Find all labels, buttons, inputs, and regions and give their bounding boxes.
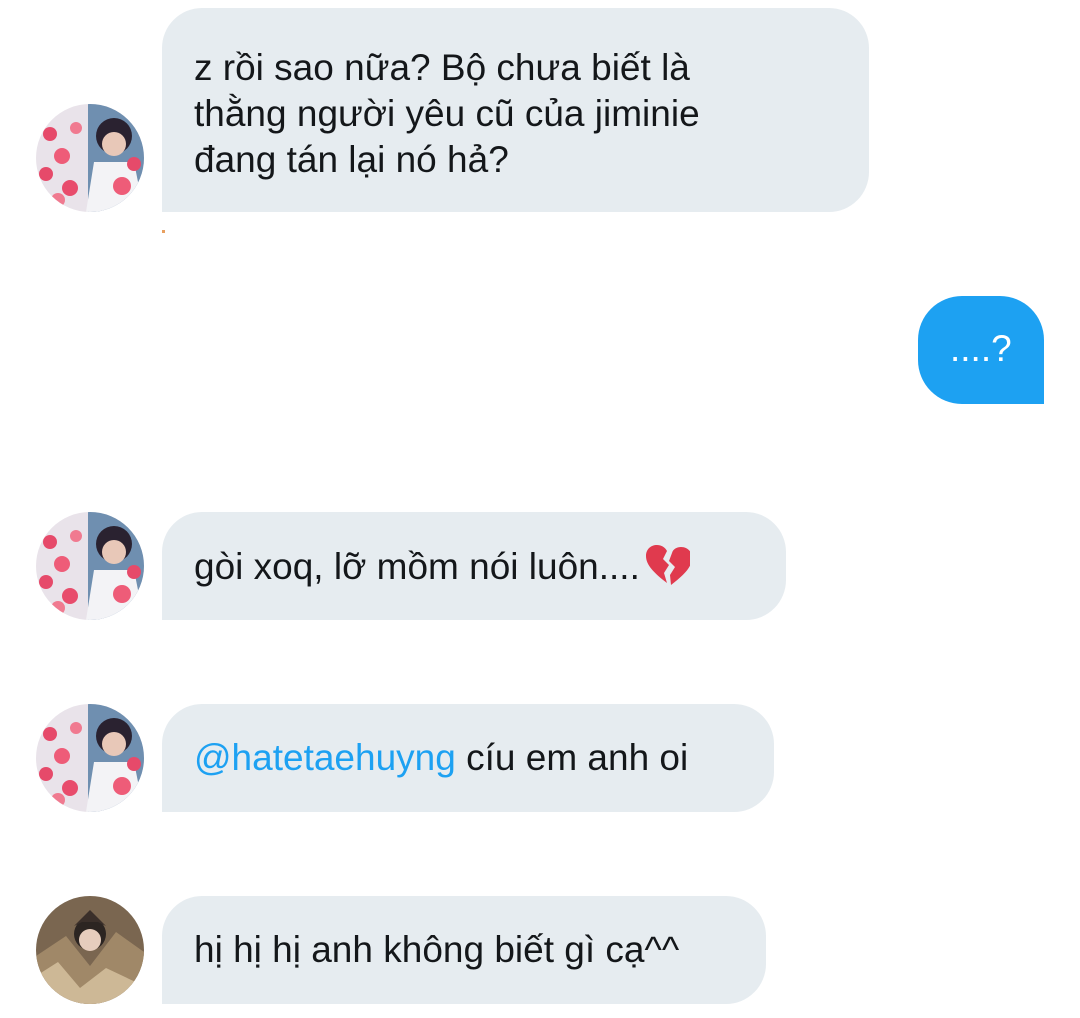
divider bbox=[162, 230, 165, 233]
avatar-user-b-icon bbox=[36, 896, 144, 1004]
message-text-content: gòi xoq, lỡ mồm nói luôn.... bbox=[194, 546, 640, 587]
message-text: hị hị hị anh không biết gì cạ^^ bbox=[194, 929, 680, 970]
message-text-line: đang tán lại nó hả? bbox=[194, 139, 509, 180]
message-bubble-received[interactable]: hị hị hị anh không biết gì cạ^^ bbox=[162, 896, 766, 1004]
message-bubble-received[interactable]: gòi xoq, lỡ mồm nói luôn.... bbox=[162, 512, 786, 620]
avatar[interactable] bbox=[36, 104, 144, 212]
message-text: ....? bbox=[950, 328, 1012, 369]
message-bubble-received[interactable]: z rồi sao nữa? Bộ chưa biết là thằng ngư… bbox=[162, 8, 869, 212]
avatar-user-a-icon bbox=[36, 704, 144, 812]
avatar[interactable] bbox=[36, 896, 144, 1004]
message-text-line: z rồi sao nữa? Bộ chưa biết là bbox=[194, 47, 690, 88]
avatar-user-a-icon bbox=[36, 512, 144, 620]
broken-heart-icon bbox=[645, 545, 690, 585]
user-mention-link[interactable]: @hatetaehuyng bbox=[194, 737, 456, 778]
message-bubble-received[interactable]: @hatetaehuyng cíu em anh oi bbox=[162, 704, 774, 812]
message-bubble-sent[interactable]: ....? bbox=[918, 296, 1044, 404]
avatar[interactable] bbox=[36, 704, 144, 812]
avatar[interactable] bbox=[36, 512, 144, 620]
avatar-user-a-icon bbox=[36, 104, 144, 212]
message-text-content: cíu em anh oi bbox=[455, 737, 689, 778]
message-text: gòi xoq, lỡ mồm nói luôn.... bbox=[194, 543, 754, 590]
message-text: @hatetaehuyng cíu em anh oi bbox=[194, 735, 742, 781]
message-text-line: thằng người yêu cũ của jiminie bbox=[194, 93, 700, 134]
